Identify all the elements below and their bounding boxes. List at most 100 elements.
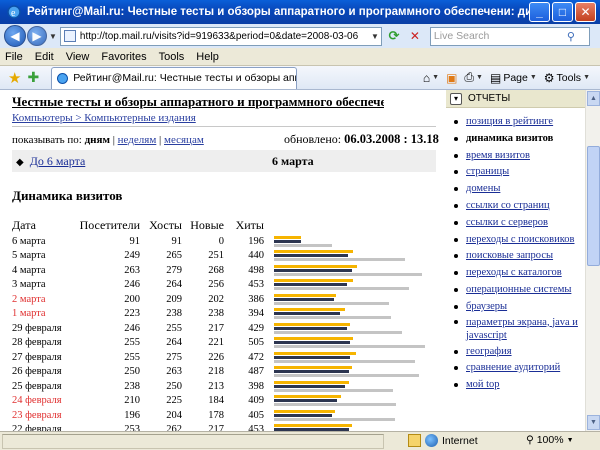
report-menu-label[interactable]: домены <box>466 183 500 194</box>
maximize-button[interactable]: □ <box>552 2 573 22</box>
report-menu-item[interactable]: время визитов <box>446 148 585 165</box>
row-bar-group <box>274 322 439 335</box>
cell-hits: 505 <box>248 337 264 349</box>
report-menu-item[interactable]: позиция в рейтинге <box>446 114 585 131</box>
report-menu-item[interactable]: сравнение аудиторий <box>446 360 585 377</box>
prev-day-link[interactable]: До 6 марта <box>30 154 86 168</box>
report-menu-label[interactable]: переходы с поисковиков <box>466 234 574 245</box>
report-menu-label[interactable]: мой top <box>466 379 500 390</box>
address-url[interactable]: http://top.mail.ru/visits?id=919633&peri… <box>80 31 369 42</box>
address-dropdown-icon[interactable]: ▼ <box>369 32 381 41</box>
report-menu-item[interactable]: ссылки со страниц <box>446 198 585 215</box>
back-button[interactable]: ◀ <box>4 25 26 47</box>
scroll-thumb[interactable] <box>587 146 600 266</box>
add-favorite-icon[interactable]: ✚ <box>27 69 39 86</box>
report-menu-label[interactable]: страницы <box>466 166 509 177</box>
report-menu-label[interactable]: переходы с каталогов <box>466 267 562 278</box>
minimize-button[interactable]: _ <box>529 2 550 22</box>
report-menu-item[interactable]: ссылки с серверов <box>446 215 585 232</box>
search-input[interactable] <box>433 30 562 42</box>
tab-current[interactable]: Рейтинг@Mail.ru: Честные тесты и обзоры … <box>51 66 298 89</box>
cell-date: 25 февраля <box>12 380 62 392</box>
report-menu-label[interactable]: браузеры <box>466 301 507 312</box>
recent-pages-dropdown[interactable]: ▼ <box>49 32 57 41</box>
address-bar[interactable]: http://top.mail.ru/visits?id=919633&peri… <box>59 26 382 46</box>
security-zone[interactable]: Internet <box>408 434 478 447</box>
hosts-bar <box>274 351 356 355</box>
report-menu-label[interactable]: поисковые запросы <box>466 250 553 261</box>
tab-label: Рейтинг@Mail.ru: Честные тесты и обзоры … <box>73 72 296 84</box>
menu-tools[interactable]: Tools <box>159 51 185 63</box>
cell-date: 2 марта <box>12 293 46 305</box>
hits-bar <box>274 272 422 276</box>
menu-help[interactable]: Help <box>196 51 219 63</box>
scroll-down-button[interactable]: ▼ <box>587 415 600 430</box>
cell-hosts: 250 <box>166 380 182 392</box>
report-menu-item[interactable]: операционные системы <box>446 282 585 299</box>
menu-file[interactable]: File <box>5 51 23 63</box>
hits-bar <box>274 243 332 247</box>
hits-bar <box>274 345 425 349</box>
zoom-control[interactable]: ⚲ 100% ▼ <box>526 434 574 446</box>
col-visitors-header: Посетители <box>79 217 140 232</box>
row-bar-group <box>274 293 439 306</box>
cell-new: 221 <box>208 337 224 349</box>
menu-edit[interactable]: Edit <box>35 51 54 63</box>
hosts-bar <box>274 366 352 370</box>
cell-hits: 453 <box>248 279 264 291</box>
table-row: 27 февраля 255 275 226 472 <box>12 350 439 365</box>
period-weeks-link[interactable]: неделям <box>118 134 157 146</box>
report-menu-label[interactable]: ссылки со страниц <box>466 200 550 211</box>
report-menu-item[interactable]: мой top <box>446 377 585 394</box>
report-menu-label[interactable]: география <box>466 346 512 357</box>
cell-visitors: 238 <box>124 380 140 392</box>
site-heading-link[interactable]: Честные тесты и обзоры аппаратного и про… <box>12 94 384 110</box>
report-menu-item[interactable]: география <box>446 344 585 361</box>
page-menu-button[interactable]: ▤ Page ▼ <box>488 70 539 86</box>
report-menu-label[interactable]: время визитов <box>466 150 530 161</box>
report-menu-item[interactable]: домены <box>446 181 585 198</box>
report-menu-item[interactable]: переходы с поисковиков <box>446 232 585 249</box>
home-button[interactable]: ⌂ ▼ <box>421 70 441 86</box>
report-menu-label[interactable]: сравнение аудиторий <box>466 362 560 373</box>
feeds-button[interactable]: ▣ <box>444 70 459 86</box>
forward-button[interactable]: ▶ <box>27 26 47 46</box>
report-menu-item[interactable]: поисковые запросы <box>446 248 585 265</box>
report-menu-label: динамика визитов <box>466 132 554 144</box>
report-menu-item[interactable]: переходы с каталогов <box>446 265 585 282</box>
cell-visitors: 210 <box>124 395 140 407</box>
report-menu-label[interactable]: параметры экрана, java и javascript <box>466 317 578 341</box>
print-button[interactable]: ⎙ ▼ <box>462 69 485 86</box>
cell-new: 213 <box>208 380 224 392</box>
cell-visitors: 91 <box>129 235 141 247</box>
cell-visitors: 223 <box>124 308 140 320</box>
hits-bar <box>274 374 419 378</box>
category-breadcrumb-link[interactable]: Компьютеры > Компьютерные издания <box>12 112 384 124</box>
scroll-up-button[interactable]: ▲ <box>587 91 600 106</box>
report-menu-label[interactable]: операционные системы <box>466 284 571 295</box>
table-row: 3 марта 246 264 256 453 <box>12 278 439 293</box>
search-icon[interactable]: ⚲ <box>562 30 580 43</box>
report-menu-item[interactable]: страницы <box>446 164 585 181</box>
stop-icon[interactable]: ✕ <box>406 27 424 45</box>
gear-icon: ⚙ <box>543 70 555 85</box>
menu-favorites[interactable]: Favorites <box>101 51 146 63</box>
reports-list: позиция в рейтинге динамика визитов время … <box>446 114 585 394</box>
favorites-star-icon[interactable]: ★ <box>8 69 21 87</box>
report-menu-label[interactable]: ссылки с серверов <box>466 217 548 228</box>
refresh-icon[interactable]: ⟳ <box>385 27 403 45</box>
cell-date: 24 февраля <box>12 395 62 407</box>
menu-view[interactable]: View <box>66 51 90 63</box>
hosts-bar <box>274 250 353 254</box>
vertical-scrollbar[interactable]: ▲ ▼ <box>585 90 600 431</box>
close-button[interactable]: ✕ <box>575 2 596 22</box>
tools-menu-button[interactable]: ⚙ Tools ▼ <box>542 70 592 86</box>
period-months-link[interactable]: месяцам <box>164 134 204 146</box>
search-box[interactable]: ⚲ <box>429 26 590 46</box>
report-menu-item[interactable]: браузеры <box>446 299 585 316</box>
cell-hits: 429 <box>248 322 264 334</box>
report-menu-label[interactable]: позиция в рейтинге <box>466 116 553 127</box>
hosts-bar <box>274 395 341 399</box>
cell-date: 3 марта <box>12 279 46 291</box>
report-menu-item[interactable]: параметры экрана, java и javascript <box>446 316 585 342</box>
